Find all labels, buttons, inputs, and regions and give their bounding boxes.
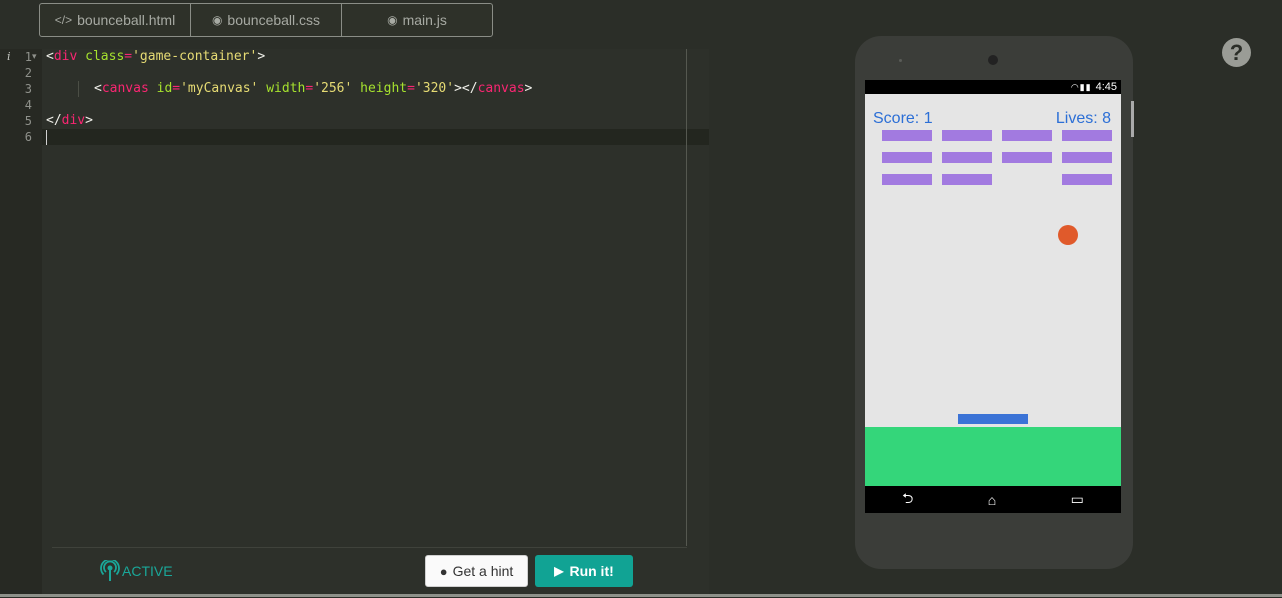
brick <box>882 152 932 163</box>
brick <box>942 130 992 141</box>
indent-guide <box>78 81 79 97</box>
tab-main-js[interactable]: ◉ main.js <box>341 3 493 37</box>
print-margin <box>686 49 687 546</box>
lightbulb-icon: ● <box>439 563 448 579</box>
text-cursor <box>46 130 47 145</box>
tab-label: bounceball.css <box>227 12 321 28</box>
tab-bounceball-css[interactable]: ◉ bounceball.css <box>190 3 342 37</box>
active-line-highlight <box>42 129 709 145</box>
brick <box>882 130 932 141</box>
brick <box>1002 130 1052 141</box>
phone-screen: ◠▮▮ 4:45 Score: 1 Lives: 8 ⮌ ⌂ ▭ <box>865 80 1121 513</box>
run-label: Run it! <box>569 563 614 579</box>
feed-icon: ◉ <box>211 13 223 27</box>
android-nav-bar: ⮌ ⌂ ▭ <box>865 486 1121 513</box>
status-bar: ◠▮▮ 4:45 <box>865 80 1121 94</box>
line-number: 6 <box>24 130 32 144</box>
play-icon: ▶ <box>554 564 564 578</box>
tab-label: bounceball.html <box>77 12 176 28</box>
brick <box>1062 130 1112 141</box>
file-tabs: </> bounceball.html ◉ bounceball.css ◉ m… <box>39 3 493 37</box>
code-icon: </> <box>54 13 73 27</box>
home-icon[interactable]: ⌂ <box>988 492 996 508</box>
brick <box>942 152 992 163</box>
code-editor[interactable]: i ▾ 1 2 3 4 5 6 <div class='game-contain… <box>0 49 709 597</box>
hint-label: Get a hint <box>452 563 514 579</box>
run-button[interactable]: ▶ Run it! <box>535 555 633 587</box>
line-number: 4 <box>24 98 32 112</box>
code-line-1: <div class='game-container'> <box>46 49 266 64</box>
line-number: 2 <box>24 66 32 80</box>
fold-arrow-icon[interactable]: ▾ <box>32 51 37 62</box>
brick <box>882 174 932 185</box>
broadcast-icon <box>100 560 120 581</box>
lives-text: Lives: 8 <box>1055 110 1111 127</box>
clock: 4:45 <box>1095 81 1117 93</box>
phone-sensor <box>899 59 902 62</box>
tab-bounceball-html[interactable]: </> bounceball.html <box>39 3 191 37</box>
feed-icon: ◉ <box>387 13 398 27</box>
line-gutter: i ▾ 1 2 3 4 5 6 <box>0 49 42 597</box>
tab-label: main.js <box>402 12 447 28</box>
brick <box>942 174 992 185</box>
score-text: Score: 1 <box>873 110 933 127</box>
phone-preview: ◠▮▮ 4:45 Score: 1 Lives: 8 ⮌ ⌂ ▭ <box>855 36 1133 569</box>
preview-scrollbar[interactable] <box>1131 101 1134 137</box>
brick <box>1002 152 1052 163</box>
editor-bottom-bar: ACTIVE ● Get a hint ▶ Run it! <box>52 547 687 598</box>
phone-camera <box>988 55 998 65</box>
line-number: 1 <box>24 50 32 64</box>
line-number: 5 <box>24 114 32 128</box>
brick <box>1062 152 1112 163</box>
code-line-3: <canvas id='myCanvas' width='256' height… <box>94 81 533 96</box>
ground <box>865 427 1121 486</box>
code-line-5: </div> <box>46 113 93 128</box>
help-icon[interactable]: ? <box>1222 38 1251 67</box>
back-icon[interactable]: ⮌ <box>902 488 913 512</box>
get-hint-button[interactable]: ● Get a hint <box>425 555 528 587</box>
recents-icon[interactable]: ▭ <box>1071 491 1084 508</box>
line-number: 3 <box>24 82 32 96</box>
active-status: ACTIVE <box>100 560 173 582</box>
paddle <box>958 414 1028 424</box>
brick <box>1062 174 1112 185</box>
ball <box>1058 225 1078 245</box>
active-label: ACTIVE <box>122 563 173 579</box>
signal-battery-icon: ◠▮▮ <box>1070 81 1092 92</box>
